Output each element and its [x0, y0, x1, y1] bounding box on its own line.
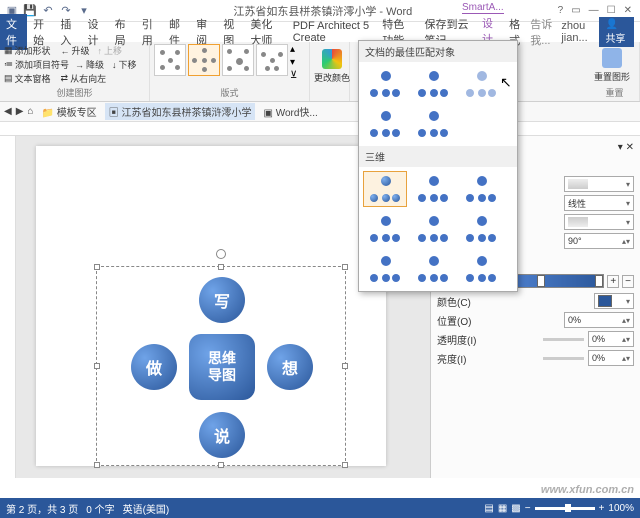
add-bullet-btn[interactable]: 添加项目符号	[15, 58, 69, 71]
view-web-icon[interactable]: ▩	[511, 503, 520, 514]
resize-handle[interactable]	[94, 363, 100, 369]
zoom-in-icon[interactable]: +	[599, 503, 605, 514]
pane-dropdown-icon[interactable]: ▾	[618, 142, 623, 153]
user-name[interactable]: zhou jian...	[561, 20, 595, 44]
node-right[interactable]: 想	[267, 344, 313, 390]
vertical-ruler	[0, 136, 16, 478]
style-option[interactable]	[363, 66, 407, 102]
preset-gradient-select[interactable]: ▾	[564, 176, 634, 192]
view-read-icon[interactable]: ▤	[484, 503, 493, 514]
smartart-style-popup: 文档的最佳匹配对象 三维	[358, 40, 518, 292]
style-option[interactable]	[411, 66, 455, 102]
brightness-input[interactable]: 0%▴▾	[588, 350, 634, 366]
style-option[interactable]	[411, 251, 455, 287]
node-center[interactable]: 思维 导图	[189, 334, 255, 400]
page-count[interactable]: 第 2 页，共 3 页	[6, 501, 78, 516]
bc-doc-active[interactable]: ▣ 江苏省如东县栟茶镇浒澪小学	[105, 103, 256, 120]
demote-btn[interactable]: 降级	[86, 58, 104, 71]
gradient-stop[interactable]	[595, 275, 603, 287]
popup-header-3d: 三维	[359, 146, 517, 167]
tool-tab-smartart[interactable]: SmartA...	[462, 2, 504, 14]
resize-handle[interactable]	[342, 462, 348, 468]
gradient-stop[interactable]	[537, 275, 545, 287]
language[interactable]: 英语(美国)	[123, 501, 170, 516]
minimize-icon[interactable]: —	[589, 5, 599, 16]
layout-gallery[interactable]: ▴ ▾ ⊻	[154, 44, 305, 81]
remove-stop-icon[interactable]: −	[622, 275, 634, 288]
popup-header-best: 文档的最佳匹配对象	[359, 41, 517, 62]
style-option[interactable]	[411, 171, 455, 207]
style-option[interactable]	[411, 106, 455, 142]
gradient-type-select[interactable]: 线性▾	[564, 195, 634, 211]
position-input[interactable]: 0%▴▾	[564, 312, 634, 328]
resize-handle[interactable]	[94, 462, 100, 468]
text-pane-btn[interactable]: 文本窗格	[15, 72, 51, 85]
gallery-down-icon[interactable]: ▾	[290, 57, 302, 68]
group-layout-label: 版式	[154, 86, 305, 99]
transparency-input[interactable]: 0%▴▾	[588, 331, 634, 347]
promote-btn[interactable]: 升级	[72, 44, 90, 57]
page: 思维 导图 写 说 做 想	[36, 146, 386, 466]
style-option[interactable]	[459, 66, 503, 102]
zoom-out-icon[interactable]: −	[525, 503, 531, 514]
horizontal-ruler	[0, 122, 640, 136]
style-option[interactable]	[459, 251, 503, 287]
nav-fwd-icon[interactable]: ▶	[16, 106, 24, 117]
pane-close-icon[interactable]: ✕	[626, 142, 634, 153]
change-colors-btn[interactable]: 更改颜色	[314, 44, 350, 88]
add-shape-btn[interactable]: 添加形状	[15, 44, 51, 57]
close-icon[interactable]: ✕	[624, 5, 632, 16]
help-icon[interactable]: ?	[558, 5, 564, 16]
home-icon[interactable]: ⌂	[27, 106, 33, 117]
add-stop-icon[interactable]: +	[607, 275, 619, 288]
angle-input[interactable]: 90°▴▾	[564, 233, 634, 249]
resize-handle[interactable]	[94, 264, 100, 270]
gallery-more-icon[interactable]: ⊻	[290, 70, 302, 81]
status-bar: 第 2 页，共 3 页 0 个字 英语(美国) ▤ ▦ ▩ − + 100%	[0, 498, 640, 518]
style-option[interactable]	[363, 251, 407, 287]
group-create-label: 创建图形	[4, 86, 145, 99]
node-top[interactable]: 写	[199, 277, 245, 323]
node-left[interactable]: 做	[131, 344, 177, 390]
style-option[interactable]	[363, 106, 407, 142]
style-option[interactable]	[459, 211, 503, 247]
color-select[interactable]: ▾	[594, 293, 634, 309]
style-option[interactable]	[459, 171, 503, 207]
smartart-graphic[interactable]: 思维 导图 写 说 做 想	[96, 266, 346, 466]
resize-handle[interactable]	[218, 462, 224, 468]
bc-doc2[interactable]: ▣ Word快...	[259, 103, 321, 120]
resize-handle[interactable]	[342, 363, 348, 369]
zoom-slider[interactable]	[535, 507, 595, 510]
gallery-up-icon[interactable]: ▴	[290, 44, 302, 55]
style-option[interactable]	[411, 211, 455, 247]
ribbon-collapse-icon[interactable]: ▭	[571, 5, 580, 16]
word-count[interactable]: 0 个字	[86, 501, 114, 516]
bc-folder[interactable]: 📁 模板专区	[37, 103, 100, 120]
style-option-selected[interactable]	[363, 171, 407, 207]
style-option[interactable]	[363, 211, 407, 247]
transparency-slider[interactable]	[543, 338, 584, 341]
brightness-slider[interactable]	[543, 357, 584, 360]
rotate-handle[interactable]	[216, 249, 226, 259]
direction-select[interactable]: ▾	[564, 214, 634, 230]
watermark: www.xfun.com.cn	[541, 484, 634, 496]
resize-handle[interactable]	[218, 264, 224, 270]
cursor-icon: ↖	[500, 74, 512, 91]
zoom-level[interactable]: 100%	[608, 503, 634, 514]
maximize-icon[interactable]: ☐	[607, 5, 616, 16]
reset-graphic-btn[interactable]: 重置图形	[594, 44, 630, 86]
nav-back-icon[interactable]: ◀	[4, 106, 12, 117]
resize-handle[interactable]	[342, 264, 348, 270]
view-print-icon[interactable]: ▦	[498, 503, 507, 514]
node-bottom[interactable]: 说	[199, 412, 245, 458]
